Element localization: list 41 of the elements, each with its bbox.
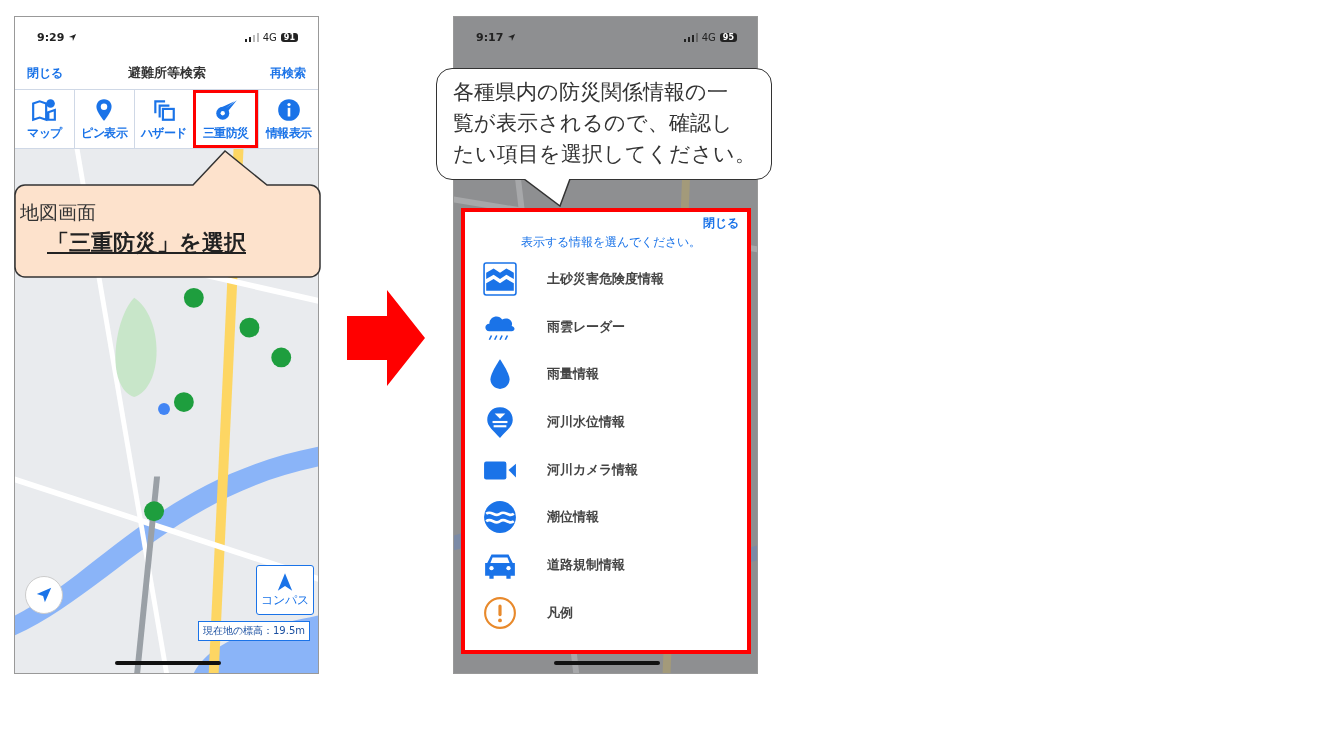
- exclamation-icon: [483, 595, 517, 630]
- location-arrow-icon: [68, 32, 78, 42]
- info-list-item[interactable]: 凡例: [483, 588, 739, 637]
- toolbar-tab[interactable]: マップ: [15, 90, 74, 148]
- network-label: 4G: [262, 31, 277, 43]
- right-arrow-icon: [347, 290, 425, 386]
- search-again-link[interactable]: 再検索: [270, 64, 306, 82]
- sheet-prompt: 表示する情報を選んでください。: [520, 234, 702, 251]
- info-list-item[interactable]: 道路規制情報: [483, 541, 739, 589]
- close-link[interactable]: 閉じる: [703, 214, 739, 232]
- signal-icon: [244, 32, 259, 42]
- info-list-item[interactable]: 潮位情報: [483, 493, 739, 542]
- toolbar-tab[interactable]: ピン表示: [73, 90, 134, 148]
- signal-icon: [683, 32, 698, 42]
- callout-text: 各種県内の防災関係情報の一覧が表示されるので、確認したい項目を選択してください。: [453, 79, 756, 168]
- callout-text: 地図画面: [20, 200, 96, 225]
- info-list-item[interactable]: 河川水位情報: [483, 398, 739, 446]
- waves-icon: [483, 500, 517, 535]
- battery-level: 91: [280, 32, 298, 42]
- elevation-label: 現在地の標高：19.5m: [198, 621, 310, 641]
- landslide-icon: [483, 261, 517, 296]
- info-list-item[interactable]: 雨雲レーダー: [483, 302, 739, 351]
- north-arrow-icon: [277, 571, 293, 592]
- info-icon: [275, 96, 302, 123]
- navigation-arrow-icon: [35, 586, 53, 604]
- toolbar-tab[interactable]: ハザード: [133, 90, 194, 148]
- screen-title: 避難所等検索: [127, 64, 206, 82]
- toolbar-tab[interactable]: 情報表示: [258, 90, 318, 148]
- battery-level: 95: [719, 32, 737, 42]
- toolbar-tab[interactable]: 三重防災: [193, 90, 259, 148]
- info-list-item[interactable]: 河川カメラ情報: [483, 445, 739, 494]
- close-link[interactable]: 閉じる: [27, 64, 63, 82]
- compass-button[interactable]: コンパス: [256, 565, 314, 615]
- network-label: 4G: [701, 31, 716, 43]
- info-list-item[interactable]: 土砂災害危険度情報: [483, 255, 739, 303]
- map-icon: [31, 96, 58, 123]
- callout-instruction: 「三重防災」を選択: [47, 229, 246, 257]
- info-list-item[interactable]: 雨量情報: [483, 350, 739, 399]
- status-time: 9:29: [37, 30, 65, 44]
- location-arrow-icon: [507, 32, 517, 42]
- status-time: 9:17: [476, 30, 504, 44]
